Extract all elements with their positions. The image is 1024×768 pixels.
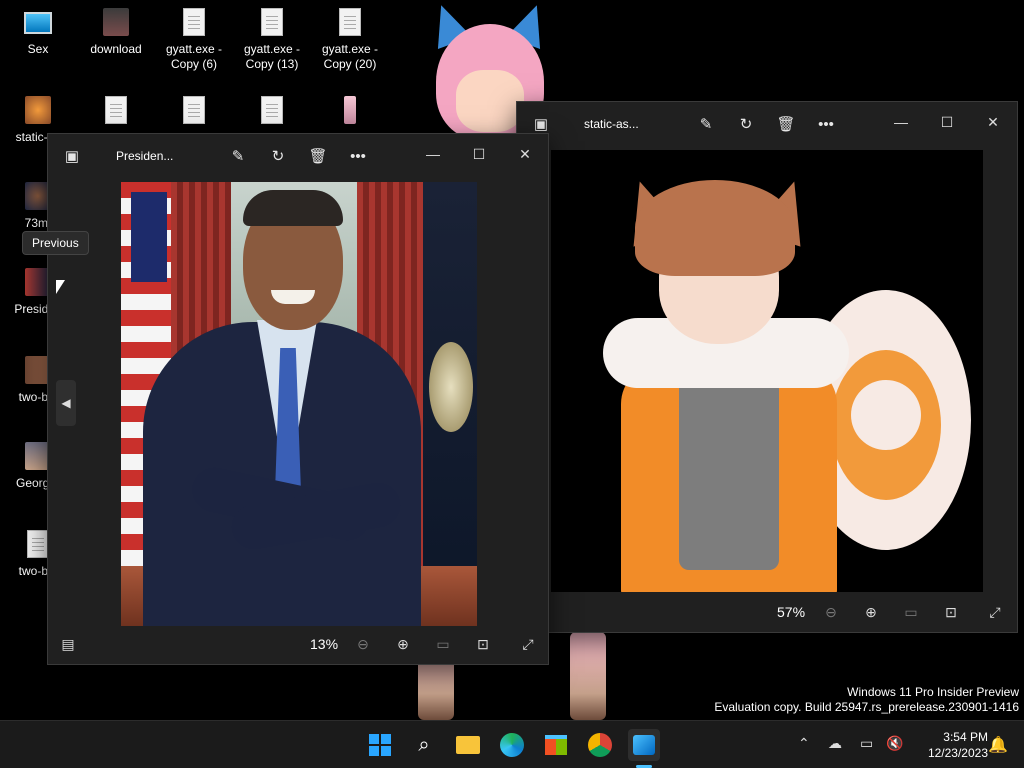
file-explorer-button[interactable] <box>452 729 484 761</box>
chrome-button[interactable] <box>584 729 616 761</box>
image-thumbnail-icon <box>344 96 356 124</box>
volume-muted-icon[interactable]: 🔇 <box>886 735 903 752</box>
title-bar[interactable]: ▣ static-as... ✎ ↻ 🗑 ••• — ☐ ✕ <box>517 102 1017 146</box>
desktop-icon-file[interactable] <box>158 96 230 130</box>
notification-bell-icon[interactable]: 🔔 <box>988 735 1008 755</box>
zoom-out-icon[interactable]: ⊖ <box>353 634 373 654</box>
window-title: Presiden... <box>116 149 174 163</box>
photos-icon <box>633 735 655 755</box>
delete-icon[interactable]: 🗑 <box>306 144 330 168</box>
image-viewer-canvas[interactable] <box>121 182 477 626</box>
zoom-level: 57% <box>777 604 806 620</box>
file-icon <box>183 8 205 36</box>
desktop-icon-image[interactable] <box>314 96 386 130</box>
close-button[interactable]: ✕ <box>507 140 543 168</box>
title-bar[interactable]: ▣ Presiden... ✎ ↻ 🗑 ••• — ☐ ✕ <box>48 134 548 178</box>
filmstrip-icon[interactable]: ▤ <box>58 634 78 654</box>
desktop-icon-gyatt-copy-6[interactable]: gyatt.exe - Copy (6) <box>158 8 230 72</box>
actual-size-icon[interactable]: ⊡ <box>473 634 493 654</box>
show-hidden-icons-icon[interactable]: ⌃ <box>798 735 810 752</box>
folder-icon <box>456 736 480 754</box>
search-button[interactable]: ⌕ <box>408 729 440 761</box>
minimize-button[interactable]: — <box>415 140 451 168</box>
desktop-icon-gyatt-copy-20[interactable]: gyatt.exe - Copy (20) <box>314 8 386 72</box>
close-button[interactable]: ✕ <box>975 108 1011 136</box>
desktop-icon-gyatt-copy-13[interactable]: gyatt.exe - Copy (13) <box>236 8 308 72</box>
mouse-cursor <box>56 280 65 294</box>
file-icon <box>105 96 127 124</box>
photos-window-static[interactable]: ▣ static-as... ✎ ↻ 🗑 ••• — ☐ ✕ 57% ⊖ ⊕ ▭… <box>516 101 1018 633</box>
desktop: Sex download gyatt.exe - Copy (6) gyatt.… <box>0 0 1024 768</box>
status-bar: ▤ 13% ⊖ ⊕ ▭ ⊡ ⤢ <box>48 624 548 664</box>
store-icon <box>545 735 567 755</box>
file-icon <box>261 8 283 36</box>
windows-logo-icon <box>368 733 392 757</box>
file-icon <box>183 96 205 124</box>
file-icon <box>27 530 49 558</box>
fullscreen-icon[interactable]: ⤢ <box>985 602 1005 622</box>
file-icon <box>339 8 361 36</box>
previous-image-button[interactable]: ◀ <box>56 380 76 426</box>
network-icon[interactable]: ▭ <box>860 735 873 752</box>
system-clock[interactable]: 3:54 PM 12/23/2023 <box>928 729 988 761</box>
image-thumbnail-icon <box>103 8 129 36</box>
maximize-button[interactable]: ☐ <box>461 140 497 168</box>
microsoft-store-button[interactable] <box>540 729 572 761</box>
chevron-left-icon: ◀ <box>61 396 71 410</box>
zoom-level: 13% <box>310 636 339 652</box>
desktop-icon-file[interactable] <box>236 96 308 130</box>
zoom-out-icon[interactable]: ⊖ <box>821 602 841 622</box>
onedrive-icon[interactable]: ☁ <box>828 735 842 752</box>
desktop-icon-file[interactable] <box>80 96 152 130</box>
more-options-icon[interactable]: ••• <box>814 112 838 136</box>
status-bar: 57% ⊖ ⊕ ▭ ⊡ ⤢ <box>517 592 1017 632</box>
start-button[interactable] <box>364 729 396 761</box>
image-viewer-canvas[interactable] <box>551 150 983 592</box>
edge-button[interactable] <box>496 729 528 761</box>
rotate-icon[interactable]: ↻ <box>734 112 758 136</box>
monitor-icon <box>24 12 52 34</box>
photos-window-presiden[interactable]: ▣ Presiden... ✎ ↻ 🗑 ••• — ☐ ✕ ▤ 13% ⊖ ⊕ … <box>47 133 549 665</box>
maximize-button[interactable]: ☐ <box>929 108 965 136</box>
photos-button[interactable] <box>628 729 660 761</box>
os-watermark: Windows 11 Pro Insider Preview Evaluatio… <box>714 685 1019 714</box>
search-icon: ⌕ <box>418 733 430 756</box>
file-icon <box>261 96 283 124</box>
image-thumbnail-icon <box>25 96 51 124</box>
minimize-button[interactable]: — <box>883 108 919 136</box>
taskbar: ⌕ ⌃ ☁ ▭ 🔇 3:54 PM 12/23/2023 🔔 <box>0 720 1024 768</box>
fit-to-window-icon[interactable]: ▭ <box>901 602 921 622</box>
zoom-in-icon[interactable]: ⊕ <box>393 634 413 654</box>
wallpaper-character-leg <box>570 632 606 720</box>
edge-icon <box>500 733 524 757</box>
more-options-icon[interactable]: ••• <box>346 144 370 168</box>
rotate-icon[interactable]: ↻ <box>266 144 290 168</box>
chrome-icon <box>588 733 612 757</box>
edit-image-icon[interactable]: ✎ <box>226 144 250 168</box>
fullscreen-icon[interactable]: ⤢ <box>518 634 538 654</box>
edit-image-icon[interactable]: ✎ <box>694 112 718 136</box>
window-title: static-as... <box>584 117 639 131</box>
previous-tooltip: Previous <box>22 231 89 255</box>
desktop-icon-download[interactable]: download <box>80 8 152 57</box>
photos-app-icon: ▣ <box>64 148 80 165</box>
delete-icon[interactable]: 🗑 <box>774 112 798 136</box>
zoom-in-icon[interactable]: ⊕ <box>861 602 881 622</box>
desktop-icon-sex[interactable]: Sex <box>2 8 74 57</box>
actual-size-icon[interactable]: ⊡ <box>941 602 961 622</box>
fit-to-window-icon[interactable]: ▭ <box>433 634 453 654</box>
